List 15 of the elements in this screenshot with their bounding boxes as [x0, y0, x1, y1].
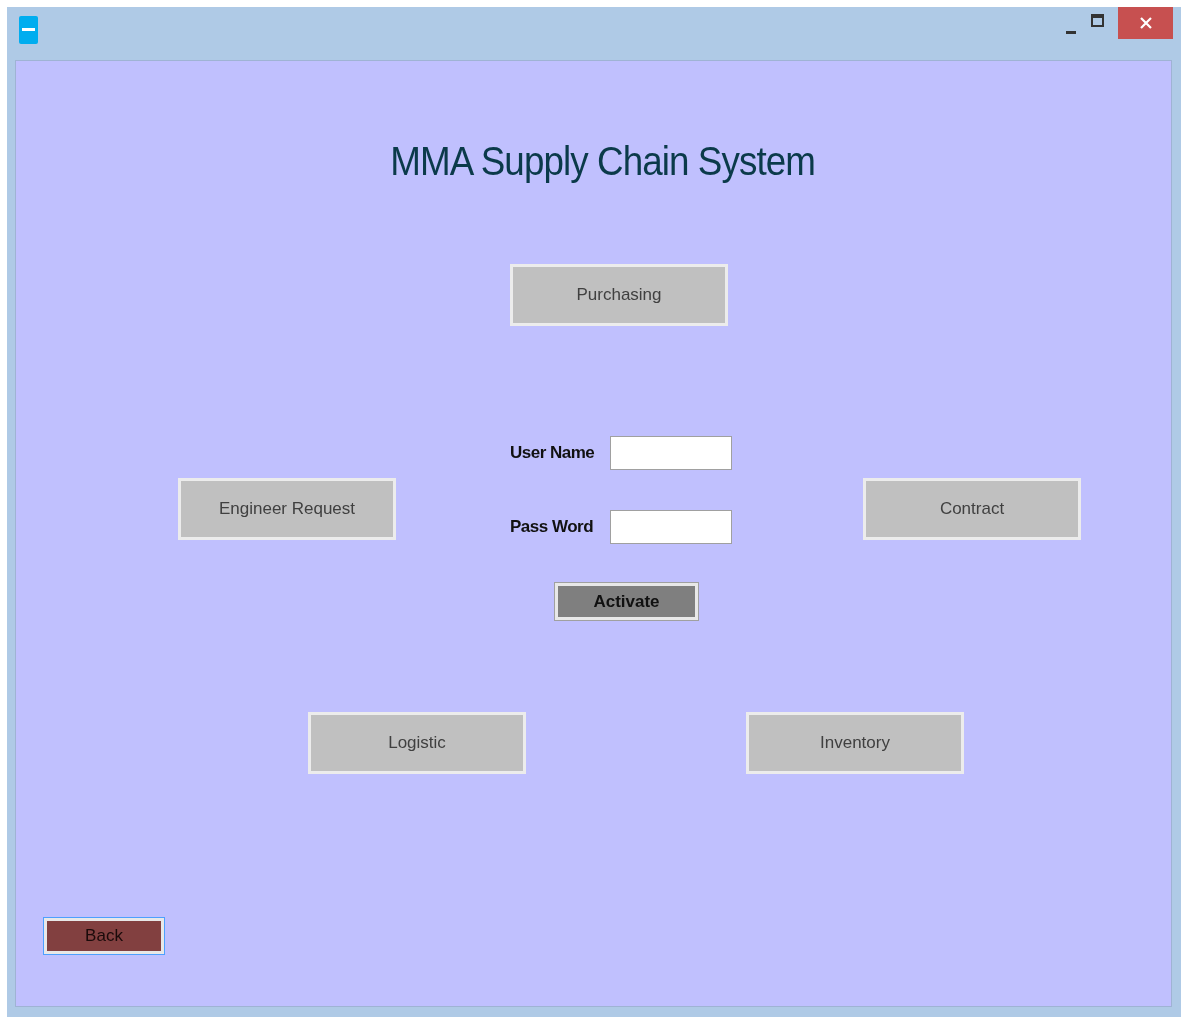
inventory-button[interactable]: Inventory: [746, 712, 964, 774]
input-field[interactable]: [610, 436, 732, 470]
logistic-button[interactable]: Logistic: [308, 712, 526, 774]
field-label: User Name: [510, 443, 596, 463]
close-icon: [1139, 17, 1152, 29]
contract-button[interactable]: Contract: [863, 478, 1081, 540]
field-label: Pass Word: [510, 517, 595, 537]
input-field[interactable]: [610, 510, 732, 544]
app-icon: [19, 16, 38, 44]
engineer-request-button[interactable]: Engineer Request: [178, 478, 396, 540]
purchasing-button[interactable]: Purchasing: [510, 264, 728, 326]
close-button[interactable]: [1118, 7, 1173, 39]
maximize-icon[interactable]: [1091, 14, 1104, 27]
app-title: MMA Supply Chain System: [389, 139, 817, 184]
activate-button[interactable]: Activate: [555, 583, 698, 620]
